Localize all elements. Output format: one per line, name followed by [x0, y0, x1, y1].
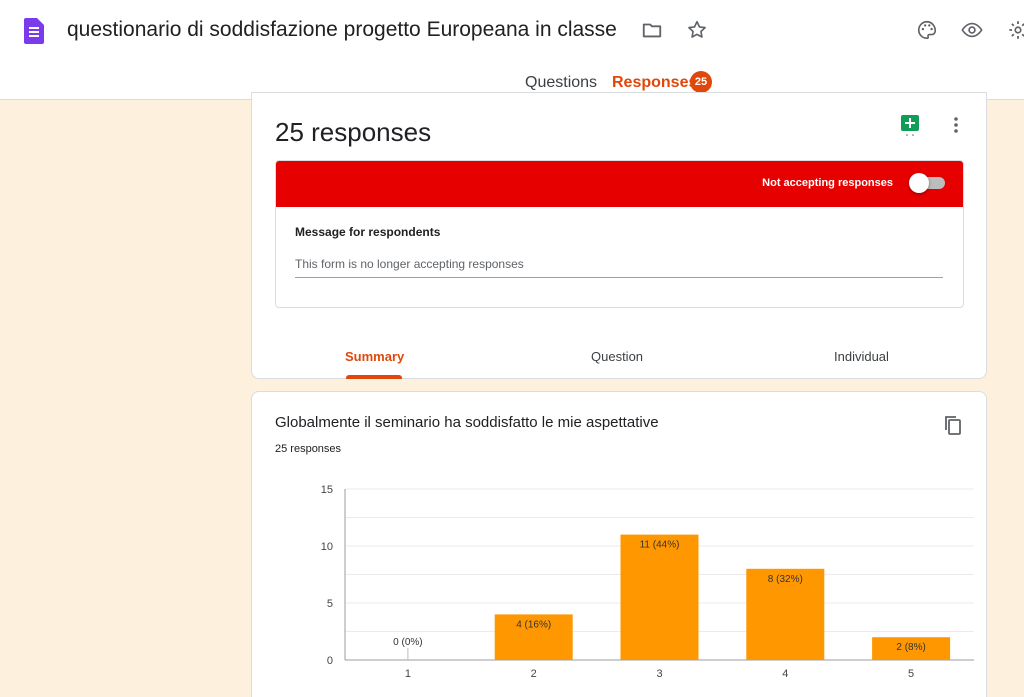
accepting-responses-panel: Not accepting responses Message for resp… [275, 160, 964, 308]
accepting-responses-toggle[interactable] [909, 173, 945, 193]
bar-value-label: 0 (0%) [393, 637, 422, 648]
x-tick-label: 2 [531, 668, 537, 680]
top-bar: questionario di soddisfazione progetto E… [0, 0, 1024, 100]
y-tick-label: 0 [327, 655, 333, 667]
forms-app-icon[interactable] [24, 18, 44, 44]
response-bar-chart: 0 5 10 15 0 (0%) 1 4 (16%) 2 11 (44%) 3 8 (32%) 4 2 … [321, 484, 974, 680]
responses-count-badge: 25 [690, 71, 712, 93]
bar-value-label: 2 (8%) [896, 642, 925, 653]
tab-questions[interactable]: Questions [525, 74, 597, 92]
summary-tab-indicator [346, 375, 402, 379]
x-tick-label: 1 [405, 668, 411, 680]
bar-value-label: 4 (16%) [516, 619, 551, 630]
responses-count-title: 25 responses [275, 117, 432, 147]
x-tick-label: 4 [782, 668, 788, 680]
star-icon[interactable] [681, 14, 713, 46]
form-title[interactable]: questionario di soddisfazione progetto E… [67, 18, 617, 42]
bar-value-label: 11 (44%) [640, 540, 680, 551]
chart-bar [620, 534, 699, 660]
y-tick-label: 15 [321, 484, 333, 496]
palette-icon[interactable] [911, 14, 943, 46]
tab-responses[interactable]: Responses [612, 74, 697, 92]
question-summary-card: Globalmente il seminario ha soddisfatto … [251, 391, 987, 697]
responses-summary-card: 25 responses Not accepting responses Mes… [251, 92, 987, 379]
accepting-status-bar: Not accepting responses [276, 161, 963, 207]
more-options-icon[interactable] [944, 113, 968, 137]
y-tick-label: 5 [327, 598, 333, 610]
tab-question[interactable]: Question [591, 349, 643, 364]
eye-icon[interactable] [956, 14, 988, 46]
tab-individual[interactable]: Individual [834, 349, 889, 364]
x-tick-label: 5 [908, 668, 914, 680]
message-label: Message for respondents [295, 225, 441, 239]
accepting-status-label: Not accepting responses [762, 177, 893, 189]
sheets-icon[interactable] [899, 113, 921, 136]
message-for-respondents-input[interactable] [295, 256, 943, 278]
tab-summary[interactable]: Summary [345, 349, 404, 364]
gear-icon[interactable] [1002, 14, 1024, 46]
bar-value-label: 8 (32%) [768, 574, 803, 585]
x-tick-label: 3 [656, 668, 662, 680]
folder-icon[interactable] [636, 14, 668, 46]
y-tick-label: 10 [321, 541, 333, 553]
